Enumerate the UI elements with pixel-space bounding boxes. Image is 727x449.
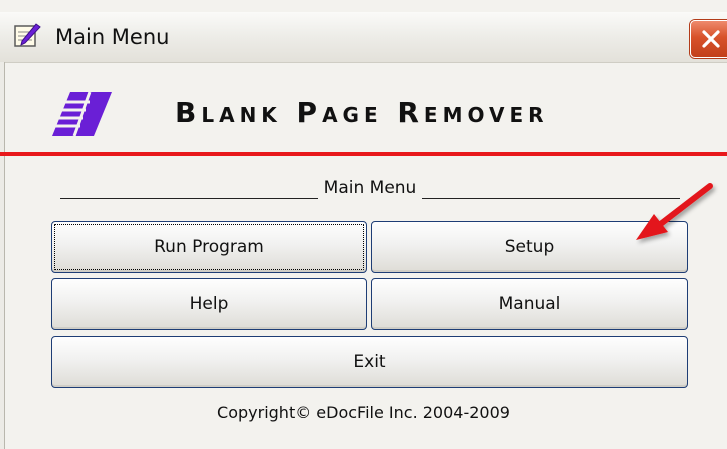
main-menu-window: Main Menu Blank Page Remover Main Menu R… xyxy=(0,0,727,449)
red-arrow-annotation-icon xyxy=(632,180,722,250)
window-title: Main Menu xyxy=(55,25,170,49)
run-program-button[interactable]: Run Program xyxy=(51,221,367,273)
manual-button[interactable]: Manual xyxy=(371,278,688,330)
app-title: Blank Page Remover xyxy=(175,96,549,129)
heading-rule-left xyxy=(60,177,318,199)
exit-button[interactable]: Exit xyxy=(51,336,688,388)
header-divider xyxy=(0,152,727,156)
menu-heading-label: Main Menu xyxy=(323,178,417,198)
help-button[interactable]: Help xyxy=(51,278,367,330)
blank-page-remover-logo-icon xyxy=(50,90,114,140)
close-button[interactable] xyxy=(690,20,727,58)
menu-section-heading: Main Menu xyxy=(60,173,681,199)
app-notepad-icon xyxy=(12,23,42,49)
window-left-border xyxy=(0,62,5,449)
copyright-text: Copyright© eDocFile Inc. 2004-2009 xyxy=(217,403,510,422)
title-bar[interactable]: Main Menu xyxy=(0,12,727,63)
close-icon xyxy=(702,30,720,48)
